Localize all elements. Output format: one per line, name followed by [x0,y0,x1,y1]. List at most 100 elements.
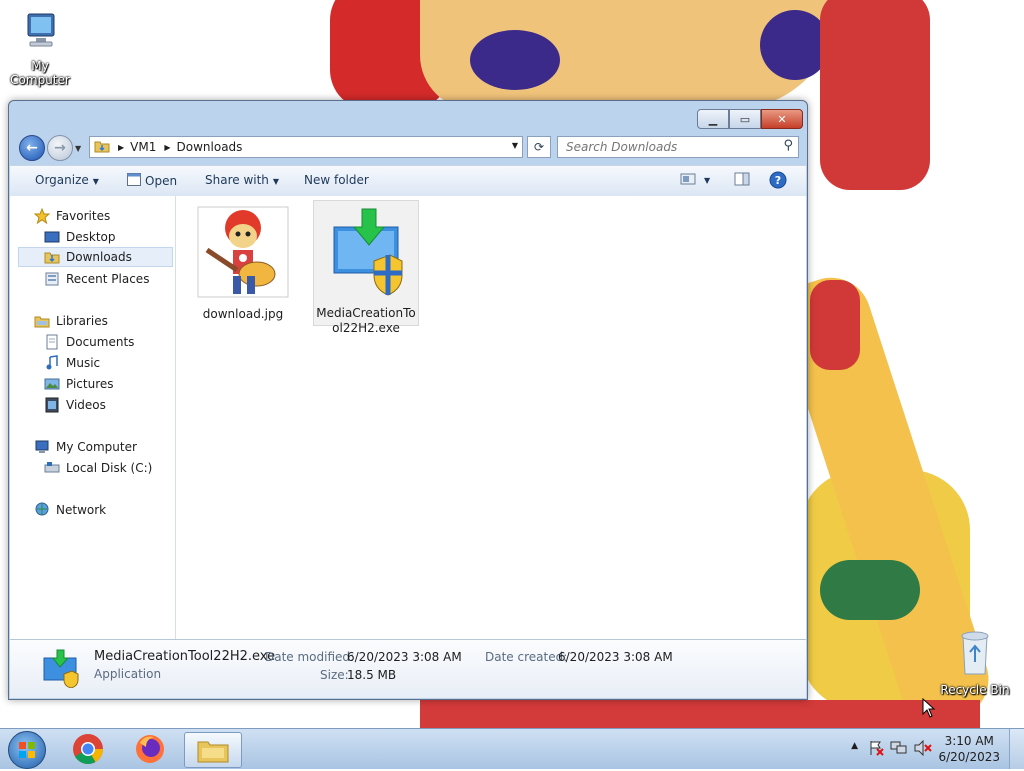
nav-music[interactable]: Music [44,353,100,373]
show-hidden-icons-icon[interactable]: ▲ [851,741,858,751]
organize-button[interactable]: Organize ▼ [35,173,99,187]
size-label: Size: [320,668,349,682]
search-input[interactable] [564,137,768,157]
desktop-icon-label: My Computer [10,59,70,87]
breadcrumb-separator-icon[interactable]: ▶ [118,143,124,152]
new-folder-button[interactable]: New folder [304,173,369,187]
share-with-button[interactable]: Share with ▼ [205,173,279,187]
navigation-pane: Favorites Desktop Downloads Recent Place… [10,196,176,639]
taskbar-chrome[interactable] [66,732,110,766]
nav-label: My Computer [56,440,137,454]
clock-time: 3:10 AM [944,734,994,748]
wallpaper-shape [820,0,930,190]
nav-label: Downloads [66,250,132,264]
command-bar: Organize ▼ Open Share with ▼ New folder ▼ … [10,165,806,197]
nav-local-disk[interactable]: Local Disk (C:) [44,458,152,478]
desktop-icon-my-computer[interactable]: My Computer [0,10,80,87]
minimize-button[interactable]: ▁ [697,109,729,129]
close-button[interactable]: ✕ [761,109,803,129]
application-icon [127,173,141,189]
search-icon[interactable]: ⚲ [783,138,793,153]
change-view-button[interactable]: ▼ [680,172,710,189]
file-item[interactable]: MediaCreationTo ol22H2.exe [313,200,419,335]
maximize-button[interactable]: ▭ [729,109,761,129]
caption-buttons: ▁ ▭ ✕ [697,109,803,129]
view-icon [680,172,696,189]
back-button[interactable]: ← [19,135,45,161]
forward-button[interactable]: → [47,135,73,161]
date-created-label: Date created: [485,650,568,664]
nav-network[interactable]: Network [34,500,106,520]
details-pane: MediaCreationTool22H2.exe Application Da… [10,639,806,698]
installer-icon [314,205,418,300]
nav-favorites[interactable]: Favorites [33,206,111,226]
date-modified-label: Date modified: [265,650,355,664]
nav-downloads[interactable]: Downloads [18,247,173,267]
details-file-type: Application [94,667,162,681]
nav-desktop[interactable]: Desktop [44,227,116,247]
volume-muted-icon[interactable] [914,739,932,759]
arrow-right-icon: → [54,140,66,156]
videos-icon [44,397,60,413]
help-button[interactable]: ? [769,171,787,192]
explorer-icon [197,741,229,763]
date-modified-value: 6/20/2023 3:08 AM [347,650,462,664]
nav-recent-places[interactable]: Recent Places [44,269,149,289]
details-file-name: MediaCreationTool22H2.exe [94,649,276,664]
installer-icon [40,648,80,691]
preview-pane-icon [734,172,750,189]
nav-pictures[interactable]: Pictures [44,374,114,394]
documents-icon [44,334,60,350]
minimize-icon: ▁ [708,112,718,126]
nav-label: Pictures [66,377,114,391]
wallpaper-shape [470,30,560,90]
open-button[interactable]: Open [127,173,177,189]
nav-my-computer[interactable]: My Computer [34,437,137,457]
desktop-icon-recycle-bin[interactable]: Recycle Bin [935,630,1015,697]
refresh-icon: ⟳ [533,140,545,154]
image-thumbnail [191,206,295,301]
share-with-label: Share with [205,173,269,187]
explorer-window: ▁ ▭ ✕ ← → ▼ ▶ VM1 ▶ Downloads ▼ ⟳ ⚲ Orga… [8,100,808,700]
network-status-icon[interactable] [890,740,908,759]
file-list[interactable]: download.jpg MediaCreationTo ol22H2.exe [176,196,806,639]
taskbar-firefox[interactable] [128,732,172,766]
computer-icon [34,439,50,455]
size-value: 18.5 MB [347,668,397,682]
help-icon: ? [769,171,787,192]
preview-pane-button[interactable] [734,172,750,189]
nav-libraries[interactable]: Libraries [34,311,108,331]
refresh-button[interactable]: ⟳ [527,136,551,158]
nav-label: Videos [66,398,106,412]
network-icon [34,502,50,518]
chevron-down-icon[interactable]: ▼ [512,141,518,150]
nav-label: Music [66,356,101,370]
nav-label: Favorites [56,209,111,223]
nav-documents[interactable]: Documents [44,332,134,352]
organize-label: Organize [35,173,89,187]
breadcrumb-separator-icon[interactable]: ▶ [164,143,170,152]
show-desktop-button[interactable] [1009,729,1024,769]
breadcrumb-vm1[interactable]: VM1 [130,140,156,154]
chrome-icon [73,734,103,765]
file-name: MediaCreationTo ol22H2.exe [316,306,416,335]
breadcrumb-downloads[interactable]: Downloads [177,140,243,154]
recent-pages-dropdown[interactable]: ▼ [75,144,81,153]
title-bar[interactable]: ▁ ▭ ✕ [9,101,807,135]
clock[interactable]: 3:10 AM 6/20/2023 [938,733,1000,765]
action-center-icon[interactable] [868,740,884,759]
file-item[interactable]: download.jpg [191,202,295,321]
open-label: Open [145,174,178,188]
nav-label: Network [56,503,107,517]
address-bar[interactable]: ▶ VM1 ▶ Downloads ▼ [89,136,523,158]
clock-date: 6/20/2023 [938,750,1000,764]
taskbar-explorer[interactable] [184,732,242,768]
search-box[interactable]: ⚲ [557,136,799,158]
taskbar: ▲ 3:10 AM 6/20/2023 [0,728,1024,769]
chevron-down-icon: ▼ [75,144,82,153]
nav-videos[interactable]: Videos [44,395,106,415]
start-button[interactable] [8,731,46,769]
new-folder-label: New folder [304,173,369,187]
explorer-body: Favorites Desktop Downloads Recent Place… [10,196,806,639]
chevron-down-icon: ▼ [272,177,280,186]
